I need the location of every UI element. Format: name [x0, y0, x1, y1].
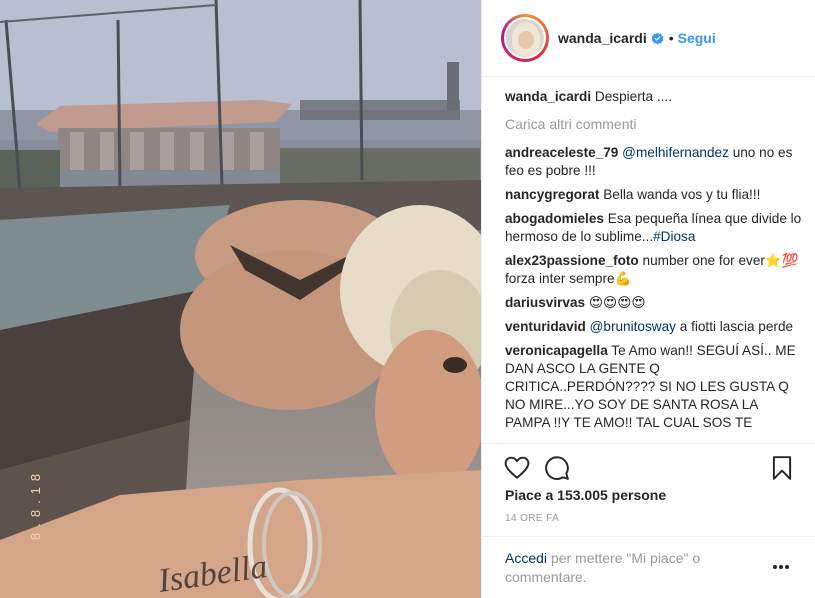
- list-item: alex23passione_foto number one for ever⭐…: [505, 252, 803, 288]
- login-prompt: Accedi per mettere "Mi piace" o commenta…: [482, 536, 815, 598]
- photo-date-stamp: 8.8.18: [28, 468, 43, 540]
- list-item: dariusvirvas 😍😍😍😍: [505, 294, 803, 312]
- caption-text: Despierta ....: [594, 89, 672, 104]
- comment-mention[interactable]: @brunitosway: [590, 319, 676, 334]
- verified-badge-icon: [651, 32, 664, 44]
- comment-text: Bella wanda vos y tu flia!!!: [603, 187, 761, 202]
- comments-list[interactable]: wanda_icardi Despierta .... Carica altri…: [505, 88, 803, 442]
- comment-mention[interactable]: @melhifernandez: [622, 145, 729, 160]
- post-header: wanda_icardi • Segui: [482, 0, 815, 77]
- heart-icon[interactable]: [504, 455, 530, 481]
- comment-text: a fiotti lascia perde: [679, 319, 794, 334]
- list-item: abogadomieles Esa pequeña línea que divi…: [505, 210, 803, 246]
- header-username[interactable]: wanda_icardi: [558, 30, 647, 46]
- photo-illustration: 8.8.18 Isabella: [0, 0, 481, 598]
- comment-username[interactable]: andreaceleste_79: [505, 145, 618, 160]
- avatar[interactable]: [501, 14, 549, 62]
- comment-hashtag[interactable]: #Diosa: [653, 229, 695, 244]
- follow-button[interactable]: Segui: [678, 30, 716, 46]
- more-options-icon[interactable]: [772, 564, 790, 570]
- caption: wanda_icardi Despierta ....: [505, 88, 803, 106]
- comment-username[interactable]: alex23passione_foto: [505, 253, 639, 268]
- likes-prefix: Piace a: [505, 487, 554, 503]
- login-prompt-text: Accedi per mettere "Mi piace" o commenta…: [505, 549, 745, 587]
- likes-number[interactable]: 153.005 persone: [557, 487, 666, 503]
- comment-username[interactable]: dariusvirvas: [505, 295, 585, 310]
- likes-count[interactable]: Piace a 153.005 persone: [505, 487, 666, 503]
- comment-username[interactable]: nancygregorat: [505, 187, 599, 202]
- bookmark-icon[interactable]: [769, 455, 795, 481]
- header-separator: •: [668, 30, 674, 46]
- comment-username[interactable]: veronicapagella: [505, 343, 608, 358]
- list-item: nancygregorat Bella wanda vos y tu flia!…: [505, 186, 803, 204]
- comment-icon[interactable]: [544, 455, 570, 481]
- caption-username[interactable]: wanda_icardi: [505, 89, 591, 104]
- post-timestamp[interactable]: 14 ORE FA: [505, 513, 559, 524]
- post-side-panel: wanda_icardi • Segui wanda_icardi Despie…: [481, 0, 815, 598]
- login-link[interactable]: Accedi: [505, 550, 547, 566]
- post-photo[interactable]: 8.8.18 Isabella: [0, 0, 481, 598]
- comment-username[interactable]: venturidavid: [505, 319, 586, 334]
- comment-text: 😍😍😍😍: [588, 295, 646, 310]
- comment-username[interactable]: abogadomieles: [505, 211, 604, 226]
- list-item: venturidavid @brunitosway a fiotti lasci…: [505, 318, 803, 336]
- avatar-image: [504, 17, 546, 59]
- list-item: andreaceleste_79 @melhifernandez uno no …: [505, 144, 803, 180]
- load-more-comments-button[interactable]: Carica altri commenti: [505, 115, 803, 133]
- post-actions: [482, 443, 815, 489]
- list-item: veronicapagella Te Amo wan!! SEGUÍ ASÍ..…: [505, 342, 803, 432]
